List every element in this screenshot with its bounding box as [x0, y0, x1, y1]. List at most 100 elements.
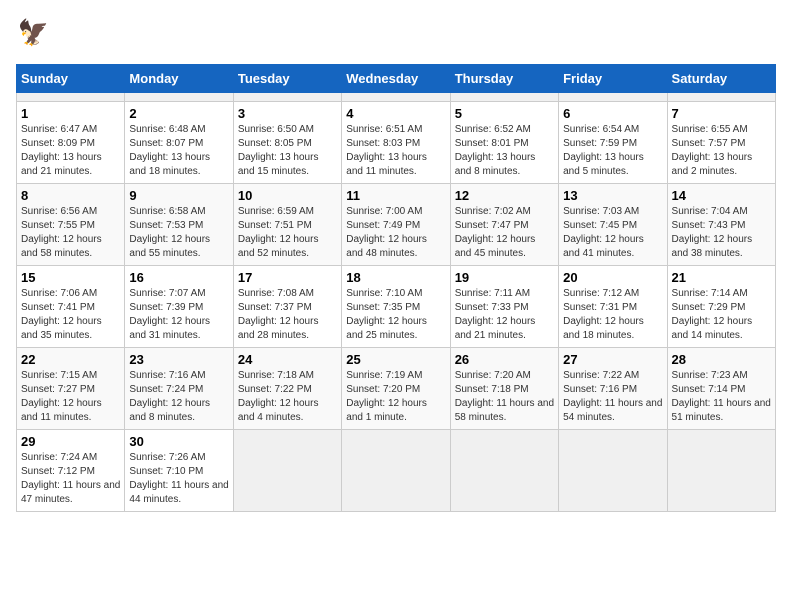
day-cell: 8 Sunrise: 6:56 AMSunset: 7:55 PMDaylight… — [17, 184, 125, 266]
header-cell-sunday: Sunday — [17, 65, 125, 93]
week-row-2: 8 Sunrise: 6:56 AMSunset: 7:55 PMDaylight… — [17, 184, 776, 266]
day-number: 20 — [563, 270, 662, 285]
day-cell: 26 Sunrise: 7:20 AMSunset: 7:18 PMDayligh… — [450, 348, 558, 430]
day-info: Sunrise: 7:18 AMSunset: 7:22 PMDaylight:… — [238, 369, 337, 425]
day-info: Sunrise: 7:19 AMSunset: 7:20 PMDaylight:… — [346, 369, 445, 425]
day-info: Sunrise: 6:58 AMSunset: 7:53 PMDaylight:… — [129, 205, 228, 261]
week-row-5: 29Sunrise: 7:24 AMSunset: 7:12 PMDayligh… — [17, 430, 776, 512]
day-info: Sunrise: 7:22 AMSunset: 7:16 PMDaylight:… — [563, 369, 662, 425]
day-info: Sunrise: 7:23 AMSunset: 7:14 PMDaylight:… — [672, 369, 771, 425]
day-cell — [233, 430, 341, 512]
day-cell — [233, 93, 341, 102]
day-number: 21 — [672, 270, 771, 285]
day-cell: 16 Sunrise: 7:07 AMSunset: 7:39 PMDayligh… — [125, 266, 233, 348]
day-number: 3 — [238, 106, 337, 121]
day-cell: 23 Sunrise: 7:16 AMSunset: 7:24 PMDayligh… — [125, 348, 233, 430]
day-cell: 12 Sunrise: 7:02 AMSunset: 7:47 PMDayligh… — [450, 184, 558, 266]
header-cell-monday: Monday — [125, 65, 233, 93]
day-cell: 17 Sunrise: 7:08 AMSunset: 7:37 PMDayligh… — [233, 266, 341, 348]
week-row-4: 22Sunrise: 7:15 AMSunset: 7:27 PMDayligh… — [17, 348, 776, 430]
day-cell: 2 Sunrise: 6:48 AMSunset: 8:07 PMDaylight… — [125, 102, 233, 184]
day-number: 4 — [346, 106, 445, 121]
day-cell: 22Sunrise: 7:15 AMSunset: 7:27 PMDayligh… — [17, 348, 125, 430]
day-info: Sunrise: 7:00 AMSunset: 7:49 PMDaylight:… — [346, 205, 445, 261]
day-number: 12 — [455, 188, 554, 203]
day-cell: 21 Sunrise: 7:14 AMSunset: 7:29 PMDayligh… — [667, 266, 775, 348]
day-cell: 25 Sunrise: 7:19 AMSunset: 7:20 PMDayligh… — [342, 348, 450, 430]
day-info: Sunrise: 7:14 AMSunset: 7:29 PMDaylight:… — [672, 287, 771, 343]
day-number: 30 — [129, 434, 228, 449]
day-cell: 10 Sunrise: 6:59 AMSunset: 7:51 PMDayligh… — [233, 184, 341, 266]
day-number: 14 — [672, 188, 771, 203]
day-cell: 3Sunrise: 6:50 AMSunset: 8:05 PMDaylight… — [233, 102, 341, 184]
day-cell: 11 Sunrise: 7:00 AMSunset: 7:49 PMDayligh… — [342, 184, 450, 266]
header-cell-thursday: Thursday — [450, 65, 558, 93]
header-cell-wednesday: Wednesday — [342, 65, 450, 93]
day-info: Sunrise: 6:48 AMSunset: 8:07 PMDaylight:… — [129, 123, 228, 179]
day-cell — [667, 93, 775, 102]
day-cell: 24 Sunrise: 7:18 AMSunset: 7:22 PMDayligh… — [233, 348, 341, 430]
day-number: 9 — [129, 188, 228, 203]
day-number: 18 — [346, 270, 445, 285]
day-info: Sunrise: 7:04 AMSunset: 7:43 PMDaylight:… — [672, 205, 771, 261]
day-info: Sunrise: 6:51 AMSunset: 8:03 PMDaylight:… — [346, 123, 445, 179]
day-cell: 18 Sunrise: 7:10 AMSunset: 7:35 PMDayligh… — [342, 266, 450, 348]
week-row-1: 1 Sunrise: 6:47 AMSunset: 8:09 PMDaylight… — [17, 102, 776, 184]
day-cell — [667, 430, 775, 512]
day-number: 16 — [129, 270, 228, 285]
logo-icon: 🦅 — [16, 16, 52, 52]
day-number: 1 — [21, 106, 120, 121]
day-cell: 30 Sunrise: 7:26 AMSunset: 7:10 PMDayligh… — [125, 430, 233, 512]
day-number: 6 — [563, 106, 662, 121]
day-number: 25 — [346, 352, 445, 367]
day-info: Sunrise: 7:26 AMSunset: 7:10 PMDaylight:… — [129, 451, 228, 507]
week-row-3: 15Sunrise: 7:06 AMSunset: 7:41 PMDayligh… — [17, 266, 776, 348]
day-number: 5 — [455, 106, 554, 121]
calendar-table: SundayMondayTuesdayWednesdayThursdayFrid… — [16, 64, 776, 512]
day-cell: 4 Sunrise: 6:51 AMSunset: 8:03 PMDaylight… — [342, 102, 450, 184]
day-number: 17 — [238, 270, 337, 285]
day-number: 8 — [21, 188, 120, 203]
day-number: 26 — [455, 352, 554, 367]
day-info: Sunrise: 6:56 AMSunset: 7:55 PMDaylight:… — [21, 205, 120, 261]
day-info: Sunrise: 7:03 AMSunset: 7:45 PMDaylight:… — [563, 205, 662, 261]
day-cell — [342, 430, 450, 512]
day-info: Sunrise: 7:10 AMSunset: 7:35 PMDaylight:… — [346, 287, 445, 343]
day-cell — [342, 93, 450, 102]
day-info: Sunrise: 7:08 AMSunset: 7:37 PMDaylight:… — [238, 287, 337, 343]
header-cell-tuesday: Tuesday — [233, 65, 341, 93]
day-cell: 5Sunrise: 6:52 AMSunset: 8:01 PMDaylight… — [450, 102, 558, 184]
day-cell: 27 Sunrise: 7:22 AMSunset: 7:16 PMDayligh… — [559, 348, 667, 430]
day-info: Sunrise: 7:06 AMSunset: 7:41 PMDaylight:… — [21, 287, 120, 343]
day-number: 10 — [238, 188, 337, 203]
header-cell-saturday: Saturday — [667, 65, 775, 93]
day-number: 19 — [455, 270, 554, 285]
day-info: Sunrise: 7:12 AMSunset: 7:31 PMDaylight:… — [563, 287, 662, 343]
day-cell — [559, 430, 667, 512]
day-number: 24 — [238, 352, 337, 367]
day-info: Sunrise: 7:16 AMSunset: 7:24 PMDaylight:… — [129, 369, 228, 425]
day-info: Sunrise: 6:47 AMSunset: 8:09 PMDaylight:… — [21, 123, 120, 179]
day-cell: 1 Sunrise: 6:47 AMSunset: 8:09 PMDaylight… — [17, 102, 125, 184]
day-info: Sunrise: 7:02 AMSunset: 7:47 PMDaylight:… — [455, 205, 554, 261]
day-cell — [559, 93, 667, 102]
day-number: 11 — [346, 188, 445, 203]
day-number: 27 — [563, 352, 662, 367]
day-info: Sunrise: 6:59 AMSunset: 7:51 PMDaylight:… — [238, 205, 337, 261]
day-number: 28 — [672, 352, 771, 367]
day-number: 13 — [563, 188, 662, 203]
day-cell: 19Sunrise: 7:11 AMSunset: 7:33 PMDayligh… — [450, 266, 558, 348]
header-row: SundayMondayTuesdayWednesdayThursdayFrid… — [17, 65, 776, 93]
day-cell — [450, 430, 558, 512]
day-cell: 29Sunrise: 7:24 AMSunset: 7:12 PMDayligh… — [17, 430, 125, 512]
day-info: Sunrise: 7:15 AMSunset: 7:27 PMDaylight:… — [21, 369, 120, 425]
header-cell-friday: Friday — [559, 65, 667, 93]
day-info: Sunrise: 6:54 AMSunset: 7:59 PMDaylight:… — [563, 123, 662, 179]
day-info: Sunrise: 6:55 AMSunset: 7:57 PMDaylight:… — [672, 123, 771, 179]
svg-text:🦅: 🦅 — [18, 17, 49, 47]
day-info: Sunrise: 7:20 AMSunset: 7:18 PMDaylight:… — [455, 369, 554, 425]
day-number: 2 — [129, 106, 228, 121]
day-cell — [17, 93, 125, 102]
day-number: 23 — [129, 352, 228, 367]
day-info: Sunrise: 7:07 AMSunset: 7:39 PMDaylight:… — [129, 287, 228, 343]
